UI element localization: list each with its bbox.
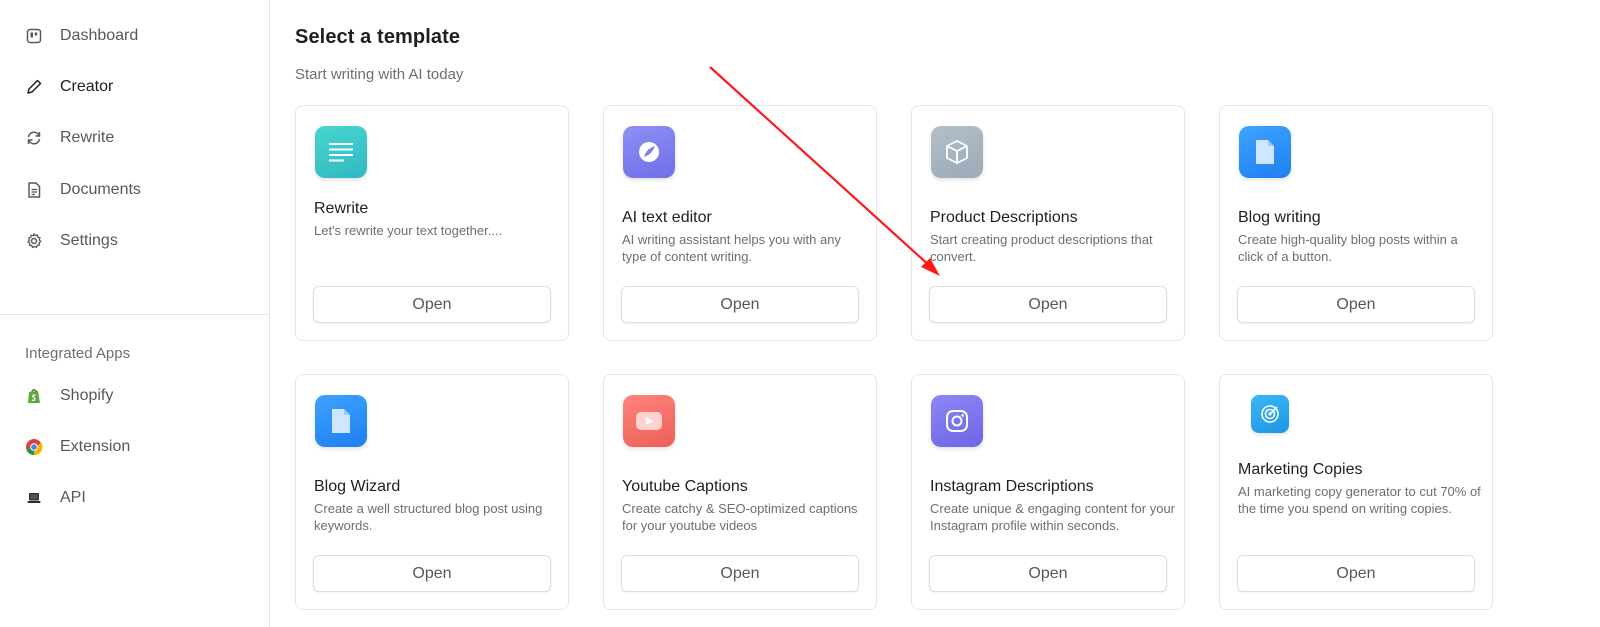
open-button[interactable]: Open	[929, 286, 1167, 323]
card-description: Create unique & engaging content for you…	[930, 501, 1176, 533]
sidebar-item-extension[interactable]: Extension	[24, 433, 130, 461]
open-button[interactable]: Open	[621, 555, 859, 592]
leaf-icon	[623, 126, 675, 178]
sidebar-item-shopify[interactable]: Shopify	[24, 382, 113, 410]
template-card-product-descriptions[interactable]: Product Descriptions Start creating prod…	[911, 105, 1185, 341]
open-button[interactable]: Open	[313, 555, 551, 592]
integrated-apps-heading: Integrated Apps	[25, 345, 131, 362]
template-card-blog-wizard[interactable]: Blog Wizard Create a well structured blo…	[295, 374, 569, 610]
pencil-icon	[24, 77, 44, 97]
sidebar: Dashboard Creator Rewrite Documents Sett	[0, 0, 270, 627]
box-icon	[931, 126, 983, 178]
card-description: AI marketing copy generator to cut 70% o…	[1238, 484, 1481, 516]
card-title: Instagram Descriptions	[930, 478, 1094, 495]
card-description: Start creating product descriptions that…	[930, 232, 1153, 264]
sidebar-item-label: Shopify	[60, 387, 114, 404]
template-card-youtube-captions[interactable]: Youtube Captions Create catchy & SEO-opt…	[603, 374, 877, 610]
open-button[interactable]: Open	[929, 555, 1167, 592]
app-window: Dashboard Creator Rewrite Documents Sett	[0, 0, 1600, 627]
file-icon	[1239, 126, 1291, 178]
sidebar-item-documents[interactable]: Documents	[24, 176, 141, 204]
file-icon	[315, 395, 367, 447]
page-subtitle: Start writing with AI today	[295, 66, 464, 83]
card-description: AI writing assistant helps you with any …	[622, 232, 841, 264]
card-description: Let's rewrite your text together....	[314, 223, 503, 238]
open-button[interactable]: Open	[1237, 555, 1475, 592]
card-title: Youtube Captions	[622, 478, 748, 495]
sidebar-item-rewrite[interactable]: Rewrite	[24, 124, 114, 152]
sidebar-divider	[0, 314, 269, 315]
template-card-blog-writing[interactable]: Blog writing Create high-quality blog po…	[1219, 105, 1493, 341]
instagram-icon	[931, 395, 983, 447]
sidebar-item-settings[interactable]: Settings	[24, 227, 118, 255]
open-button[interactable]: Open	[621, 286, 859, 323]
open-button[interactable]: Open	[1237, 286, 1475, 323]
open-button[interactable]: Open	[313, 286, 551, 323]
template-card-rewrite[interactable]: Rewrite Let's rewrite your text together…	[295, 105, 569, 341]
sidebar-item-label: Extension	[60, 438, 131, 455]
document-icon	[24, 180, 44, 200]
sidebar-item-label: Rewrite	[60, 129, 115, 146]
sidebar-item-label: Dashboard	[60, 27, 139, 44]
card-description: Create catchy & SEO-optimized captions f…	[622, 501, 858, 533]
gear-icon	[24, 231, 44, 251]
card-title: Marketing Copies	[1238, 461, 1363, 478]
sidebar-item-label: API	[60, 489, 86, 506]
sidebar-item-label: Settings	[60, 232, 118, 249]
card-description: Create high-quality blog posts within a …	[1238, 232, 1458, 264]
lines-icon	[315, 126, 367, 178]
target-icon	[1251, 395, 1289, 433]
sidebar-item-label: Creator	[60, 78, 114, 95]
main-content: Select a template Start writing with AI …	[270, 0, 1600, 627]
refresh-icon	[24, 128, 44, 148]
sidebar-item-creator[interactable]: Creator	[24, 73, 113, 101]
sidebar-item-label: Documents	[60, 181, 141, 198]
template-card-instagram-descriptions[interactable]: Instagram Descriptions Create unique & e…	[911, 374, 1185, 610]
card-title: AI text editor	[622, 209, 712, 226]
dashboard-icon	[24, 26, 44, 46]
youtube-icon	[623, 395, 675, 447]
template-card-marketing-copies[interactable]: Marketing Copies AI marketing copy gener…	[1219, 374, 1493, 610]
shopify-icon	[24, 386, 44, 406]
card-title: Rewrite	[314, 200, 369, 217]
page-title: Select a template	[295, 26, 461, 48]
card-description: Create a well structured blog post using…	[314, 501, 543, 533]
card-title: Product Descriptions	[930, 209, 1078, 226]
laptop-icon	[24, 488, 44, 508]
template-card-ai-text-editor[interactable]: AI text editor AI writing assistant help…	[603, 105, 877, 341]
sidebar-item-api[interactable]: API	[24, 484, 86, 512]
card-title: Blog writing	[1238, 209, 1321, 226]
card-title: Blog Wizard	[314, 478, 401, 495]
sidebar-item-dashboard[interactable]: Dashboard	[24, 22, 138, 50]
chrome-icon	[24, 437, 44, 457]
